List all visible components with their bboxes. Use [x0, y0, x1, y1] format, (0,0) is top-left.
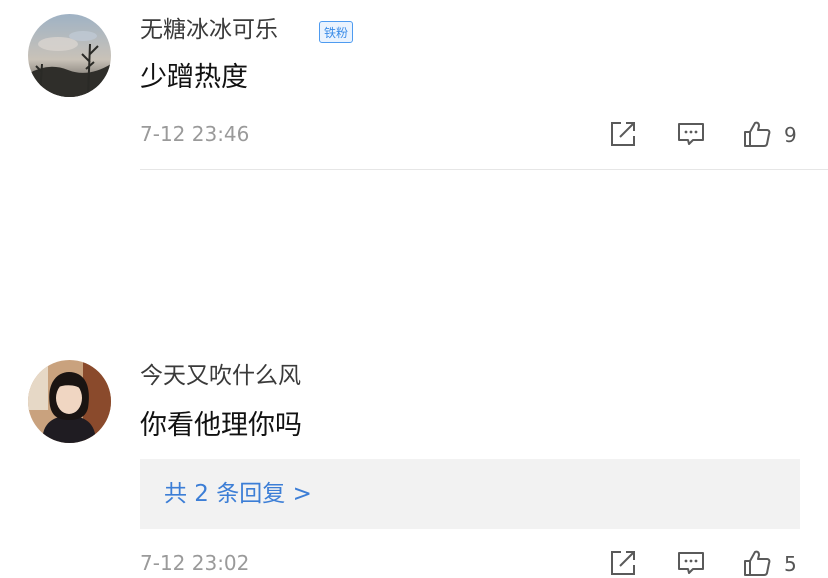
replies-box[interactable]: 共 2 条回复 > [140, 459, 800, 529]
comment-item: 今天又吹什么风 你看他理你吗 共 2 条回复 > 7-12 23:02 5 [0, 170, 828, 576]
username[interactable]: 无糖冰冰可乐 [140, 16, 278, 44]
share-icon[interactable] [608, 548, 638, 578]
comment-text: 你看他理你吗 [140, 410, 302, 441]
timestamp: 7-12 23:02 [140, 551, 250, 575]
share-icon[interactable] [608, 119, 638, 149]
avatar[interactable] [28, 14, 111, 97]
comment-text: 少蹭热度 [140, 62, 248, 93]
thumbs-up-icon[interactable] [742, 548, 772, 578]
fan-badge: 铁粉 [319, 21, 354, 43]
like-count: 5 [784, 552, 797, 576]
view-replies-link[interactable]: 共 2 条回复 > [164, 479, 312, 509]
thumbs-up-icon[interactable] [742, 119, 772, 149]
timestamp: 7-12 23:46 [140, 122, 250, 146]
like-count: 9 [784, 123, 797, 147]
username[interactable]: 今天又吹什么风 [140, 362, 301, 390]
reply-icon[interactable] [676, 548, 706, 578]
reply-icon[interactable] [676, 119, 706, 149]
comment-item: 无糖冰冰可乐 铁粉 少蹭热度 7-12 23:46 9 [0, 0, 828, 170]
avatar[interactable] [28, 360, 111, 443]
